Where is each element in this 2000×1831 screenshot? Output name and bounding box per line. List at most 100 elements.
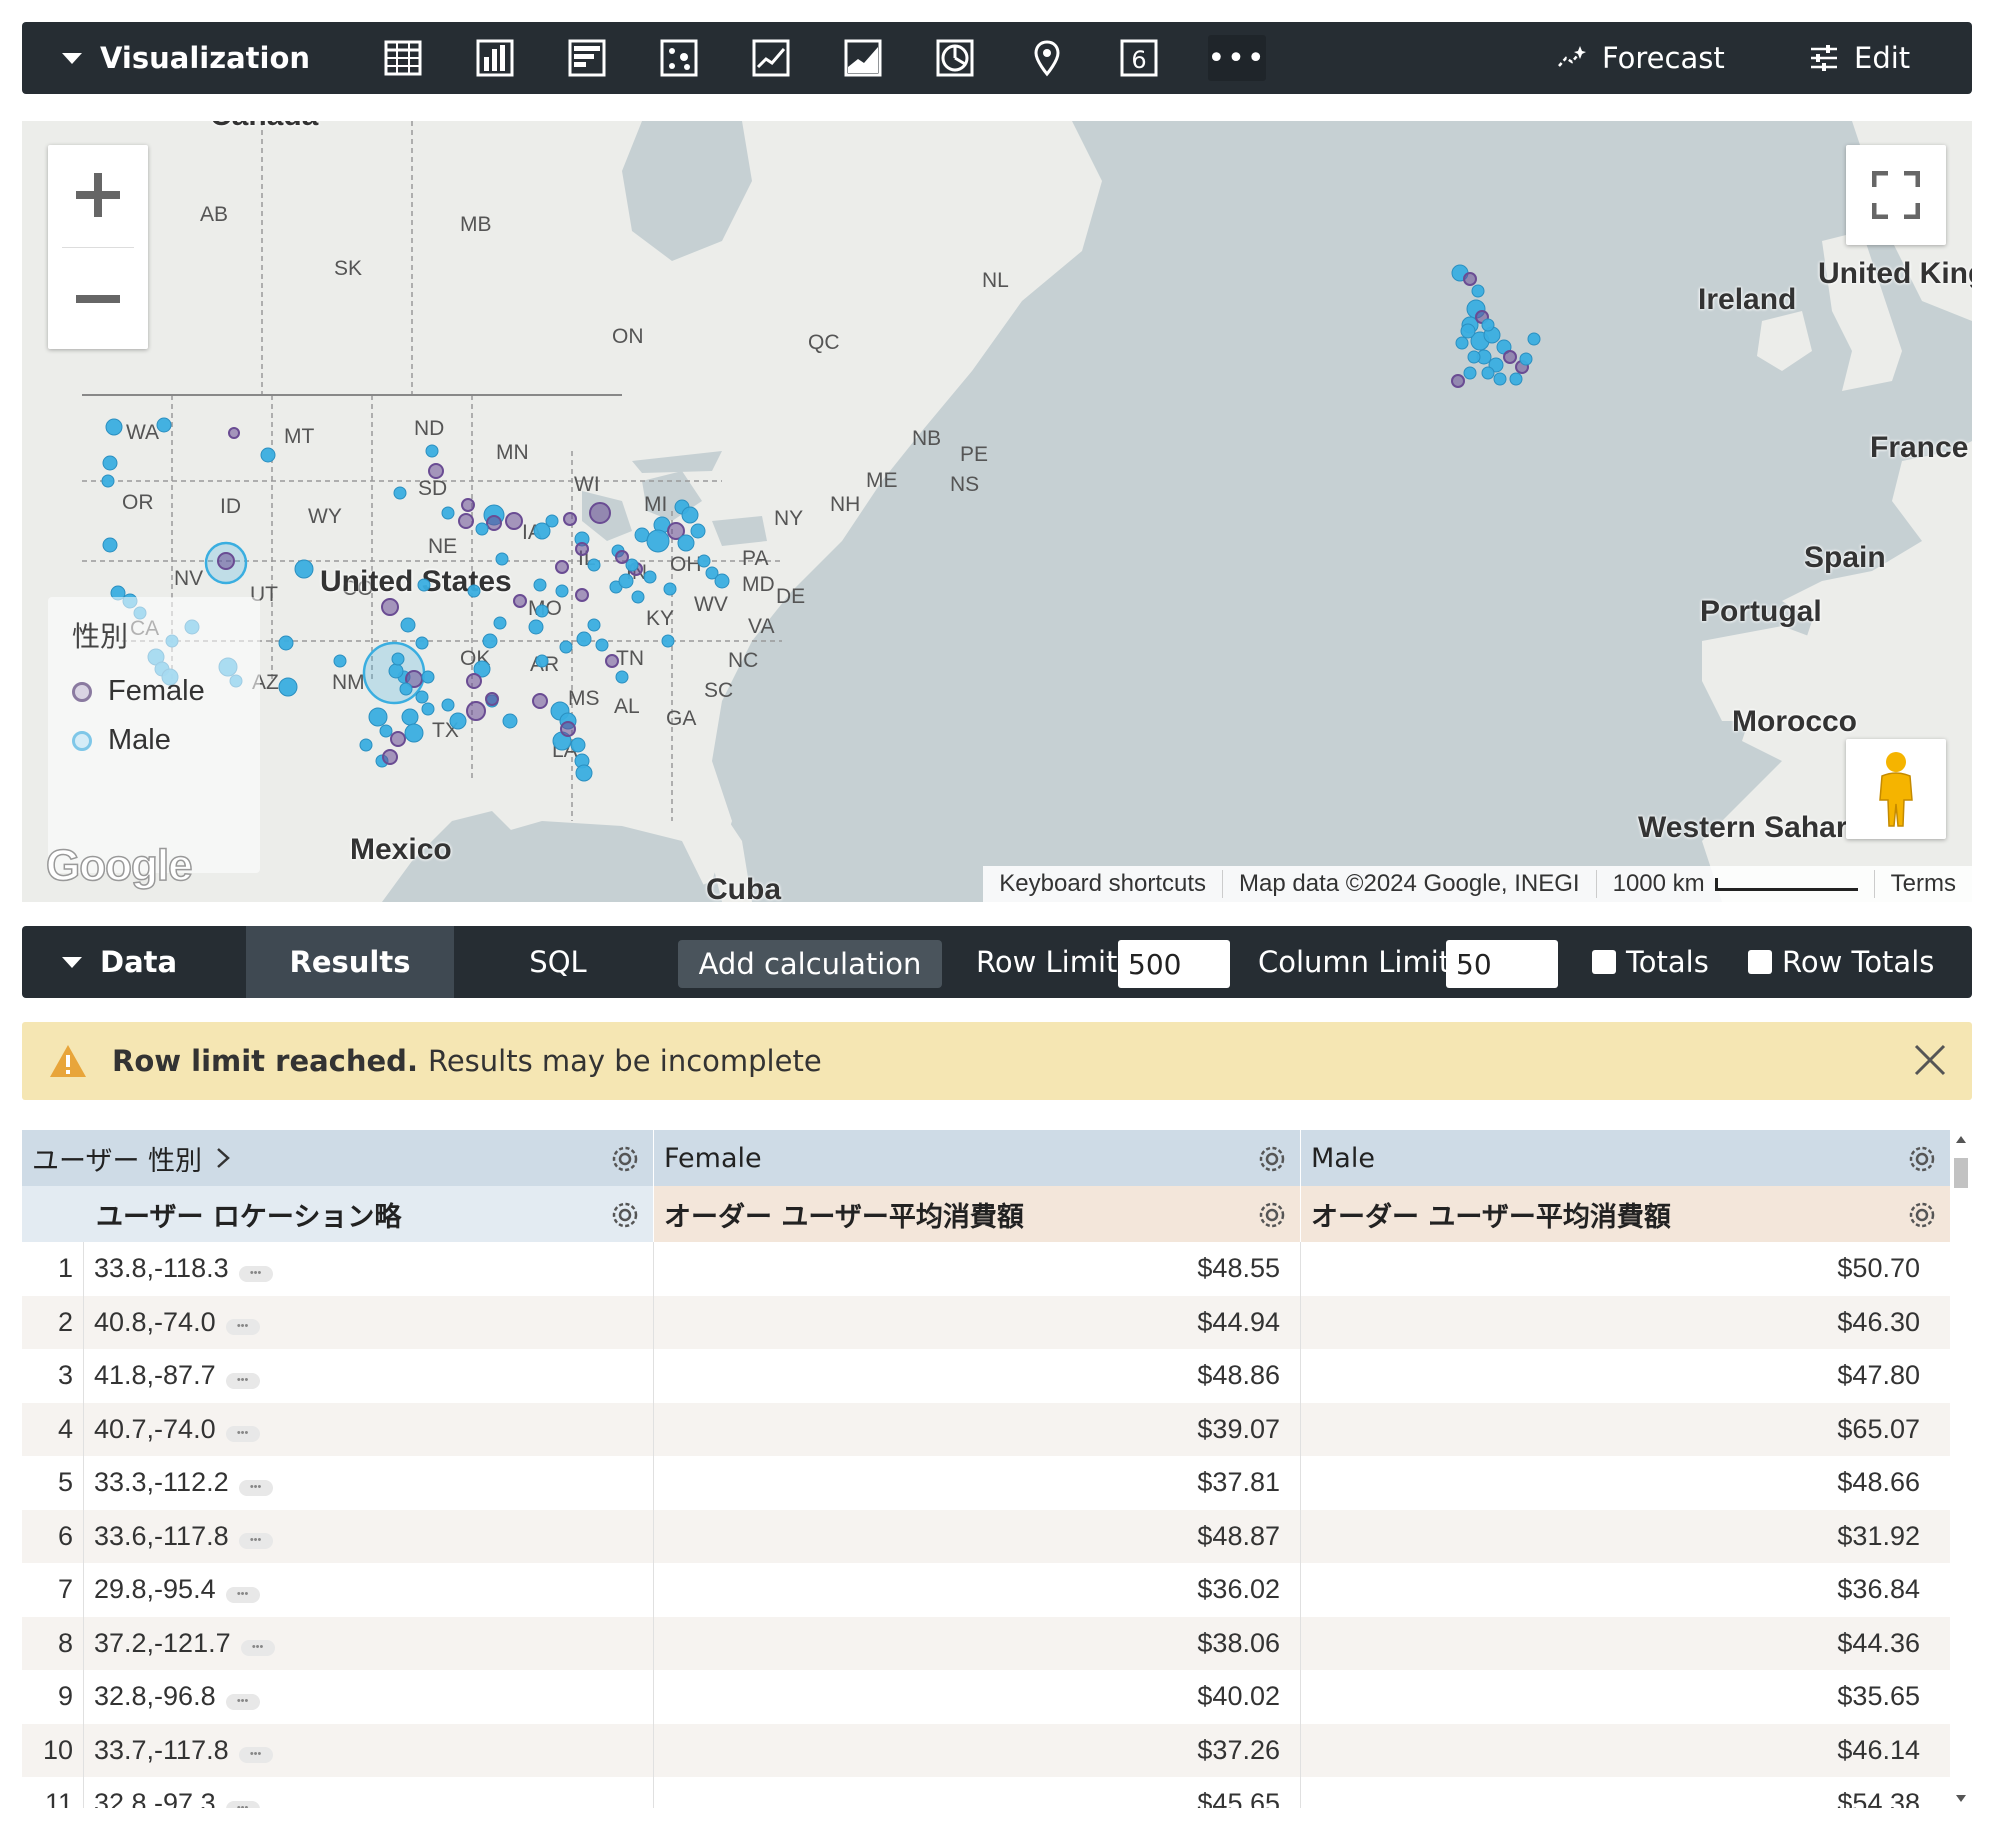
male-value-cell[interactable]: $35.65 — [1301, 1670, 1950, 1724]
female-value-cell[interactable]: $48.86 — [654, 1349, 1301, 1403]
female-value-cell[interactable]: $45.65 — [654, 1777, 1301, 1808]
map-marker[interactable] — [393, 486, 407, 500]
map-marker[interactable] — [661, 634, 675, 648]
table-row[interactable]: 7 29.8,-95.4 ••• $36.02 $36.84 — [22, 1563, 1950, 1617]
map-marker[interactable] — [714, 573, 730, 589]
map-marker[interactable] — [1493, 372, 1507, 386]
location-cell[interactable]: 41.8,-87.7 ••• — [84, 1349, 654, 1403]
map-marker[interactable] — [381, 598, 399, 616]
more-icon[interactable]: ••• — [225, 1586, 260, 1603]
table-row[interactable]: 1 33.8,-118.3 ••• $48.55 $50.70 — [22, 1242, 1950, 1296]
map-marker[interactable] — [533, 578, 547, 592]
dimension-header[interactable]: ユーザー ロケーション略 — [22, 1186, 654, 1242]
map-marker[interactable] — [595, 638, 609, 652]
map-marker[interactable] — [1519, 352, 1533, 366]
more-icon[interactable]: ••• — [225, 1372, 260, 1389]
map-marker[interactable] — [294, 559, 314, 579]
scroll-up-icon[interactable] — [1950, 1130, 1972, 1150]
map-marker[interactable] — [415, 690, 429, 704]
map-marker[interactable] — [1463, 272, 1477, 286]
map-marker[interactable] — [391, 652, 405, 666]
map-marker[interactable] — [388, 663, 404, 679]
location-cell[interactable]: 29.8,-95.4 ••• — [84, 1563, 654, 1617]
pivot-value-male[interactable]: Male — [1301, 1130, 1950, 1186]
male-value-cell[interactable]: $44.36 — [1301, 1617, 1950, 1671]
map-marker[interactable] — [589, 502, 611, 524]
terms-link[interactable]: Terms — [1875, 870, 1972, 898]
map-marker[interactable] — [425, 444, 439, 458]
map-marker[interactable] — [404, 723, 424, 743]
map-marker[interactable] — [421, 670, 435, 684]
scatter-icon[interactable] — [656, 35, 702, 81]
table-row[interactable]: 8 37.2,-121.7 ••• $38.06 $44.36 — [22, 1616, 1950, 1671]
map-marker[interactable] — [563, 512, 577, 526]
map-marker[interactable] — [475, 522, 489, 536]
more-icon[interactable]: ••• — [225, 1319, 260, 1336]
map-marker[interactable] — [466, 673, 482, 689]
map-marker[interactable] — [495, 552, 509, 566]
forecast-button[interactable]: Forecast — [1556, 22, 1725, 94]
map-marker[interactable] — [575, 588, 589, 602]
map-marker[interactable] — [1509, 372, 1523, 386]
close-icon[interactable] — [1910, 1040, 1950, 1080]
map-marker[interactable] — [359, 738, 373, 752]
map-marker[interactable] — [646, 529, 670, 553]
gear-icon[interactable] — [609, 1199, 641, 1231]
map-marker[interactable] — [466, 701, 486, 721]
map-marker[interactable] — [575, 542, 589, 556]
map-marker[interactable] — [415, 636, 429, 650]
location-cell[interactable]: 37.2,-121.7 ••• — [84, 1616, 654, 1670]
visualization-toggle[interactable]: Visualization — [62, 22, 310, 94]
gear-icon[interactable] — [609, 1143, 641, 1175]
pivot-value-female[interactable]: Female — [654, 1130, 1301, 1186]
fullscreen-button[interactable] — [1846, 145, 1946, 245]
legend-item-female[interactable]: Female — [72, 675, 236, 708]
map-marker[interactable] — [467, 584, 481, 598]
male-value-cell[interactable]: $46.30 — [1301, 1296, 1950, 1350]
map-marker[interactable] — [1463, 366, 1477, 380]
table-row[interactable]: 5 33.3,-112.2 ••• $37.81 $48.66 — [22, 1456, 1950, 1510]
map-marker[interactable] — [615, 550, 629, 564]
map-marker[interactable] — [101, 474, 115, 488]
table-row[interactable]: 10 33.7,-117.8 ••• $37.26 $46.14 — [22, 1723, 1950, 1777]
measure-header-female[interactable]: オーダー ユーザー平均消費額 — [654, 1186, 1301, 1242]
map-marker[interactable] — [428, 463, 444, 479]
map-marker[interactable] — [513, 594, 527, 608]
map-marker[interactable] — [560, 721, 576, 737]
map-marker[interactable] — [368, 707, 388, 727]
map-marker[interactable] — [587, 558, 601, 572]
row-limit-input[interactable] — [1118, 940, 1230, 988]
row-totals-checkbox[interactable] — [1748, 950, 1772, 974]
map-marker[interactable] — [217, 552, 235, 570]
street-view-button[interactable] — [1846, 739, 1946, 839]
female-value-cell[interactable]: $48.55 — [654, 1242, 1301, 1296]
map-marker[interactable] — [1451, 374, 1465, 388]
map-marker[interactable] — [528, 619, 544, 635]
map-marker[interactable] — [631, 590, 645, 604]
map-marker[interactable] — [278, 677, 298, 697]
map-marker[interactable] — [379, 724, 393, 738]
female-value-cell[interactable]: $40.02 — [654, 1670, 1301, 1724]
more-icon[interactable]: ••• — [225, 1426, 260, 1443]
map-marker[interactable] — [576, 631, 592, 647]
bar-chart-icon[interactable] — [564, 35, 610, 81]
map-marker[interactable] — [441, 506, 455, 520]
map-marker[interactable] — [1460, 323, 1476, 339]
map-marker[interactable] — [677, 534, 695, 552]
map-marker[interactable] — [333, 654, 347, 668]
map-marker[interactable] — [102, 455, 118, 471]
zoom-in-button[interactable] — [48, 145, 148, 245]
location-cell[interactable]: 33.6,-117.8 ••• — [84, 1509, 654, 1563]
location-cell[interactable]: 33.3,-112.2 ••• — [84, 1456, 654, 1510]
map-marker[interactable] — [697, 554, 711, 568]
add-calculation-button[interactable]: Add calculation — [678, 940, 942, 988]
totals-checkbox[interactable] — [1592, 950, 1616, 974]
gear-icon[interactable] — [1256, 1143, 1288, 1175]
map-marker[interactable] — [1481, 366, 1495, 380]
female-value-cell[interactable]: $48.87 — [654, 1509, 1301, 1563]
table-row[interactable]: 6 33.6,-117.8 ••• $48.87 $31.92 — [22, 1509, 1950, 1563]
gear-icon[interactable] — [1906, 1199, 1938, 1231]
map-marker[interactable] — [399, 682, 413, 696]
line-chart-icon[interactable] — [748, 35, 794, 81]
map-marker[interactable] — [156, 417, 172, 433]
